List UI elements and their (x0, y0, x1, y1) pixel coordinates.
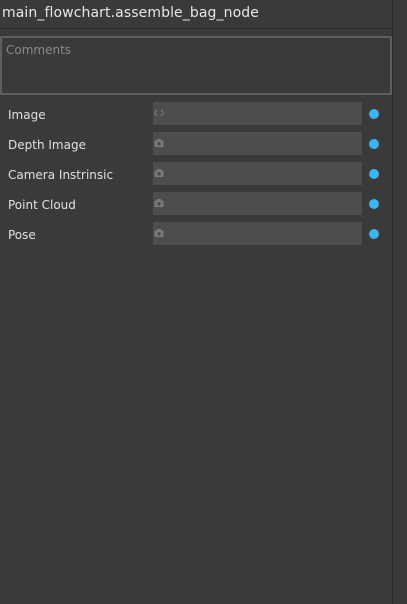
port-value-field[interactable] (153, 162, 362, 185)
panel-splitter[interactable] (392, 0, 407, 604)
code-brackets-icon (153, 107, 165, 119)
node-title: main_flowchart.assemble_bag_node (2, 5, 259, 21)
port-row-point-cloud: Point Cloud (0, 191, 392, 221)
node-properties-panel: main_flowchart.assemble_bag_node Image D… (0, 0, 407, 604)
port-value-field[interactable] (153, 102, 362, 125)
port-label: Camera Instrinsic (8, 168, 114, 182)
port-connector[interactable] (369, 109, 379, 119)
port-label: Pose (8, 228, 36, 242)
port-row-depth-image: Depth Image (0, 131, 392, 161)
camera-icon (153, 167, 165, 179)
port-label: Depth Image (8, 138, 86, 152)
port-connector[interactable] (369, 139, 379, 149)
port-list: Image Depth Image Camera Instrinsic Poin… (0, 101, 392, 251)
camera-icon (153, 197, 165, 209)
port-connector[interactable] (369, 169, 379, 179)
port-value-field[interactable] (153, 192, 362, 215)
port-connector[interactable] (369, 229, 379, 239)
port-value-field[interactable] (153, 222, 362, 245)
camera-icon (153, 227, 165, 239)
port-row-pose: Pose (0, 221, 392, 251)
port-row-camera-instrinsic: Camera Instrinsic (0, 161, 392, 191)
port-label: Point Cloud (8, 198, 76, 212)
camera-icon (153, 137, 165, 149)
port-row-image: Image (0, 101, 392, 131)
title-bar: main_flowchart.assemble_bag_node (0, 0, 392, 29)
port-value-field[interactable] (153, 132, 362, 155)
comments-input[interactable] (0, 36, 392, 95)
port-label: Image (8, 108, 46, 122)
port-connector[interactable] (369, 199, 379, 209)
